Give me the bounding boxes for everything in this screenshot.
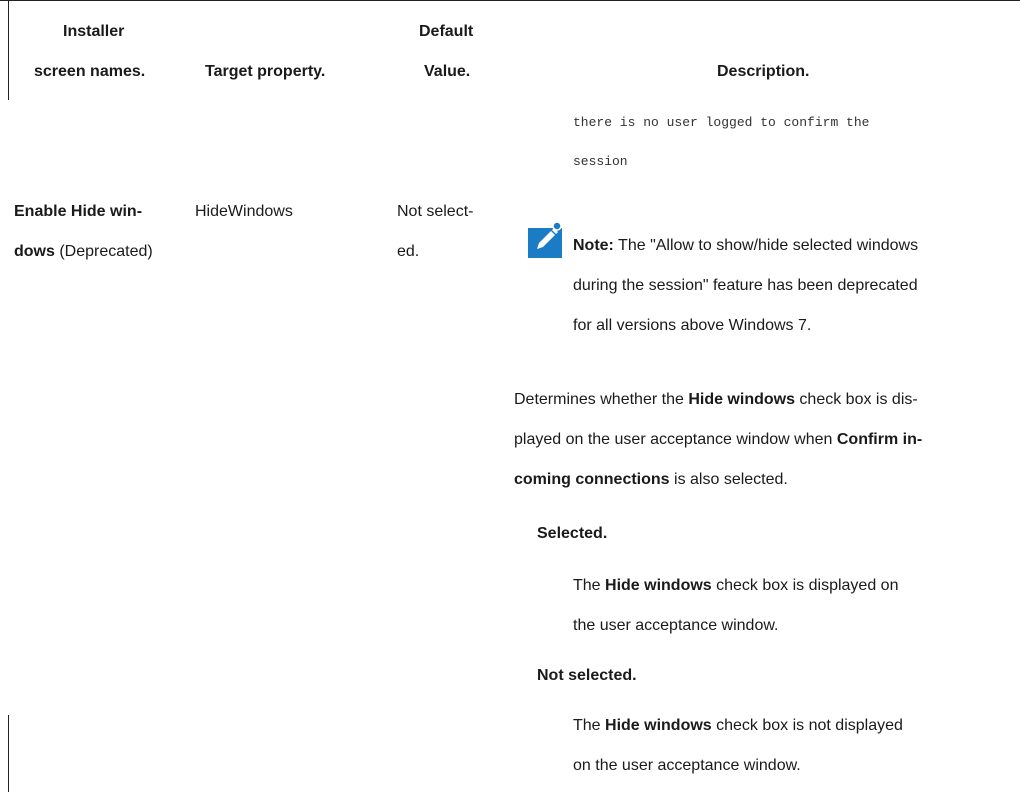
- header-installer-line1: Installer: [63, 23, 125, 40]
- desc-text: check box is dis-: [794, 391, 918, 408]
- header-default-line1: Default: [419, 23, 474, 40]
- screen-name-suffix: (Deprecated): [54, 243, 153, 260]
- desc-line2: played on the user acceptance window whe…: [514, 430, 922, 450]
- option-text: check box is not displayed: [711, 717, 903, 734]
- screen-name-line1: Enable Hide win-: [14, 202, 142, 222]
- header-description: Description.: [717, 63, 810, 80]
- table-top-border: [0, 0, 1020, 1]
- note-line3: for all versions above Windows 7.: [573, 317, 812, 334]
- target-property-cell: HideWindows: [195, 203, 293, 220]
- header-target-property: Target property.: [205, 63, 326, 80]
- desc-bold: Hide windows: [688, 391, 795, 408]
- option-text: check box is displayed on: [711, 577, 899, 594]
- table-left-border-lower: [8, 715, 9, 792]
- option-not-selected-line1: The Hide windows check box is not displa…: [573, 716, 903, 736]
- desc-line3: coming connections is also selected.: [514, 470, 788, 490]
- option-not-selected-line2: on the user acceptance window.: [573, 757, 801, 774]
- note-text: The "Allow to show/hide selected windows: [613, 237, 919, 254]
- screen-name-line2: dows (Deprecated): [14, 242, 153, 262]
- screen-name-bold: Enable Hide win-: [14, 203, 143, 220]
- desc-text: played on the user acceptance window whe…: [514, 431, 837, 448]
- option-selected-line1: The Hide windows check box is displayed …: [573, 576, 898, 596]
- desc-text: Determines whether the: [514, 391, 689, 408]
- header-installer-line2: screen names.: [34, 63, 146, 80]
- header-default-line2: Value.: [424, 63, 471, 80]
- option-bold: Hide windows: [605, 577, 712, 594]
- code-line: there is no user logged to confirm the: [573, 115, 870, 130]
- desc-line1: Determines whether the Hide windows chec…: [514, 390, 918, 410]
- note-line2: during the session" feature has been dep…: [573, 277, 918, 294]
- note-line1: Note: The "Allow to show/hide selected w…: [573, 236, 918, 256]
- desc-text: is also selected.: [669, 471, 788, 488]
- option-term-selected: Selected.: [537, 525, 608, 542]
- option-selected-line2: the user acceptance window.: [573, 617, 779, 634]
- screen-name-bold: dows: [14, 243, 55, 260]
- code-line: session: [573, 154, 628, 169]
- option-term-not-selected: Not selected.: [537, 667, 637, 684]
- table-left-border: [8, 0, 9, 100]
- pencil-note-icon: [528, 221, 562, 258]
- option-text: The: [573, 577, 606, 594]
- desc-bold: coming connections: [514, 471, 670, 488]
- default-value-line2: ed.: [397, 243, 420, 260]
- desc-bold: Confirm in-: [836, 431, 923, 448]
- option-text: The: [573, 717, 606, 734]
- note-label: Note:: [573, 237, 614, 254]
- option-bold: Hide windows: [605, 717, 712, 734]
- default-value-line1: Not select-: [397, 203, 474, 220]
